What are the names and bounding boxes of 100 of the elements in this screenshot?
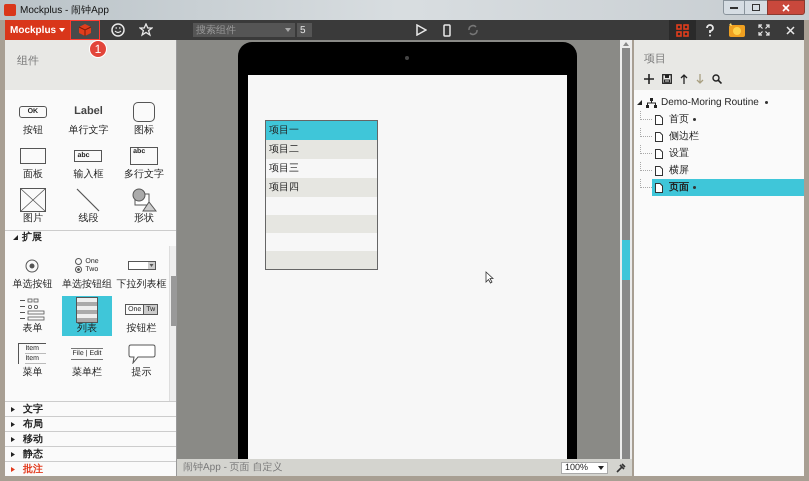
collapsed-triangle-icon <box>11 466 15 472</box>
caret-icon <box>285 28 291 32</box>
search-field[interactable]: 搜索组件 <box>193 23 285 37</box>
page-tree-item[interactable]: 侧边栏 <box>652 128 804 145</box>
component-tile[interactable]: 表单 <box>7 296 58 336</box>
component-tile[interactable]: 提示 <box>116 340 167 380</box>
dropdown-button[interactable] <box>285 23 295 37</box>
page-tree-item[interactable]: 首页 <box>652 111 804 128</box>
component-label: 菜单 <box>22 367 42 379</box>
cube-icon <box>78 23 92 37</box>
page-tree-item[interactable]: 页面 <box>652 179 804 196</box>
wrench-icon <box>616 462 626 472</box>
window-title: Mockplus - 闹钟App <box>20 4 110 18</box>
radio-icon <box>25 258 40 272</box>
component-label: 按钮 <box>22 125 43 137</box>
component-label: 提示 <box>132 367 152 379</box>
component-tile[interactable]: 下拉列表框 <box>116 252 167 292</box>
component-tile[interactable]: 线段 <box>62 186 114 226</box>
tree-label: Demo-Moring Routine <box>661 96 759 110</box>
list-row[interactable]: 项目二 <box>266 140 377 159</box>
collapsed-triangle-icon <box>11 436 15 442</box>
expanded-triangle-icon <box>13 235 18 240</box>
component-label: 列表 <box>76 323 97 335</box>
page-tree-item[interactable]: 设置 <box>652 145 804 162</box>
component-label: 图标 <box>134 125 154 137</box>
scrollbar-thumb[interactable] <box>171 276 176 326</box>
component-label: 菜单栏 <box>72 367 102 379</box>
list-icon <box>76 296 98 322</box>
section-header[interactable]: 静态 <box>5 446 176 461</box>
toolbar-button[interactable] <box>414 22 428 38</box>
component-label: 形状 <box>134 213 154 225</box>
component-label: 下拉列表框 <box>116 279 167 291</box>
section-header[interactable]: 批注 <box>5 461 176 476</box>
caret-icon <box>598 466 604 470</box>
image-icon <box>20 188 46 212</box>
sitemap-icon <box>646 98 657 108</box>
search-icon[interactable] <box>712 74 722 84</box>
caret-icon <box>59 28 65 32</box>
minimize-icon <box>730 6 738 9</box>
section-header[interactable]: 文字 <box>5 401 176 416</box>
collapsed-triangle-icon <box>11 422 15 426</box>
close-icon <box>782 4 790 12</box>
component-tile[interactable]: Label 单行文字 <box>62 98 114 138</box>
scrollbar-thumb[interactable] <box>622 240 630 280</box>
component-label: 表单 <box>22 323 42 335</box>
component-label: 按钮栏 <box>126 323 157 335</box>
list-row[interactable]: 项目四 <box>266 178 377 197</box>
component-tile[interactable]: 图标 <box>118 98 170 138</box>
component-tile[interactable]: 图片 <box>7 186 59 226</box>
list-row[interactable]: 项目一 <box>266 121 377 140</box>
collapsed-triangle-icon <box>11 406 15 412</box>
close-button[interactable] <box>767 0 805 15</box>
scroll-up-icon <box>623 42 629 46</box>
zoom-select[interactable]: 100% <box>561 462 608 474</box>
dropdown-icon <box>128 261 156 270</box>
page-label: 首页 <box>669 113 689 127</box>
avatar-icon <box>728 22 746 38</box>
panel-title: 组件 <box>17 55 39 67</box>
help-icon <box>704 24 714 36</box>
section-header[interactable]: 布局 <box>5 416 176 431</box>
component-label: 线段 <box>78 213 98 225</box>
section-header[interactable]: 扩展 <box>5 230 176 244</box>
panel-title: 项目 <box>644 52 667 67</box>
brand-menu-button[interactable]: Mockplus <box>5 20 70 40</box>
section-header[interactable]: 移动 <box>5 431 176 446</box>
scrollbar[interactable] <box>169 246 176 401</box>
page-tree-item[interactable]: 横屏 <box>652 162 804 179</box>
mouse-cursor-icon <box>485 271 494 284</box>
component-label: 图片 <box>22 213 43 225</box>
page-label: 横屏 <box>669 164 689 178</box>
app-logo-icon <box>4 4 16 16</box>
speech-bubble-icon <box>128 344 156 364</box>
page-count: 5 <box>297 23 312 37</box>
component-tile[interactable]: 形状 <box>118 186 170 226</box>
component-tile[interactable]: 列表 <box>62 296 112 336</box>
expanded-triangle-icon <box>637 100 642 105</box>
star-icon <box>139 23 153 37</box>
grid-icon <box>676 24 689 36</box>
tree-root[interactable]: Demo-Moring Routine <box>634 94 804 111</box>
smiley-icon <box>111 23 125 37</box>
phone-icon <box>442 24 452 36</box>
page-label: 设置 <box>669 146 689 161</box>
page-label: 侧边栏 <box>669 130 699 144</box>
component-tile[interactable]: 面板 <box>7 142 59 182</box>
arrow-up-icon[interactable] <box>680 74 688 84</box>
line-icon <box>76 188 100 212</box>
component-label: 输入框 <box>73 169 104 181</box>
add-icon[interactable] <box>644 74 654 84</box>
play-icon <box>415 24 427 36</box>
component-label: 单选按钮 <box>12 279 52 291</box>
component-tile[interactable]: 单选按钮 <box>7 252 58 292</box>
scrollbar[interactable] <box>620 40 632 459</box>
minimize-button[interactable] <box>723 0 745 15</box>
panel-icon <box>20 148 46 164</box>
save-icon[interactable] <box>662 74 672 84</box>
close-icon <box>786 26 795 34</box>
maximize-icon <box>752 4 760 11</box>
shape-icon <box>131 188 158 212</box>
rounded-square-icon <box>133 102 156 122</box>
maximize-button[interactable] <box>745 0 767 15</box>
